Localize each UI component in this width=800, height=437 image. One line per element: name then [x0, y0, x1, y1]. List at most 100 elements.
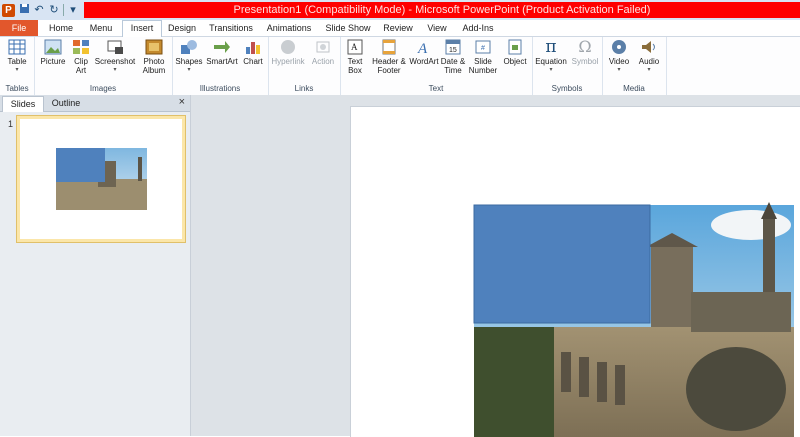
table-label: Table — [7, 57, 27, 66]
action-label: Action — [311, 57, 335, 66]
clip-art-icon — [72, 39, 90, 55]
smartart-icon — [213, 39, 231, 55]
tab-slide-show[interactable]: Slide Show — [322, 21, 374, 36]
tab-animations[interactable]: Animations — [264, 21, 314, 36]
audio-icon — [640, 39, 658, 55]
shapes-icon — [180, 39, 198, 55]
group-label-tables: Tables — [5, 84, 29, 93]
screenshot-icon — [106, 39, 124, 55]
shapes-button[interactable]: Shapes ▾ — [174, 39, 204, 75]
wordart-button[interactable]: A WordArt — [408, 39, 440, 66]
group-illustrations: Shapes ▾ SmartArt Chart Illustrations — [172, 37, 269, 95]
dropdown-arrow-icon: ▾ — [187, 67, 191, 73]
screenshot-button[interactable]: Screenshot ▾ — [94, 39, 136, 75]
customize-toolbar-icon[interactable]: ▾ — [67, 3, 79, 17]
slide-thumbnail[interactable] — [16, 115, 186, 243]
date-time-icon: 15 — [444, 39, 462, 55]
date-time-button[interactable]: 15 Date & Time — [440, 39, 466, 75]
header-footer-button[interactable]: Header & Footer — [370, 39, 408, 75]
dropdown-arrow-icon: ▾ — [15, 67, 19, 73]
slide-number: 1 — [8, 119, 14, 129]
slide-canvas[interactable] — [350, 106, 800, 437]
equation-label: Equation — [535, 57, 567, 66]
slide-photo[interactable] — [351, 107, 800, 437]
tab-menu[interactable]: Menu — [84, 21, 118, 36]
tab-file[interactable]: File — [0, 20, 38, 36]
text-box-button[interactable]: A Text Box — [342, 39, 368, 75]
symbol-button[interactable]: Ω Symbol — [570, 37, 600, 67]
smartart-button[interactable]: SmartArt — [206, 39, 238, 66]
thumbnail-photo — [56, 148, 147, 210]
svg-text:15: 15 — [449, 47, 457, 54]
ribbon-tabs: File Home Menu Insert Design Transitions… — [0, 20, 800, 37]
symbol-label: Symbol — [571, 57, 599, 66]
chart-label: Chart — [243, 57, 263, 66]
tab-home[interactable]: Home — [44, 21, 78, 36]
equation-icon: π — [545, 37, 557, 57]
dropdown-arrow-icon: ▾ — [549, 67, 553, 73]
action-icon — [314, 39, 332, 55]
shapes-label: Shapes — [175, 57, 203, 66]
picture-button[interactable]: Picture — [38, 39, 68, 66]
audio-label: Audio — [638, 57, 660, 66]
object-icon — [506, 39, 524, 55]
tab-insert[interactable]: Insert — [122, 20, 162, 37]
group-label-text: Text — [428, 84, 444, 93]
table-button[interactable]: Table ▾ — [2, 39, 32, 75]
picture-icon — [44, 39, 62, 55]
symbol-icon: Ω — [578, 37, 592, 56]
slide-number-icon: # — [474, 39, 492, 55]
title-bar: P ↶ ↻ ▾ Presentation1 (Compatibility Mod… — [0, 0, 800, 20]
redo-icon[interactable]: ↻ — [48, 3, 60, 17]
picture-label: Picture — [40, 57, 66, 66]
table-icon — [8, 39, 26, 55]
tab-review[interactable]: Review — [380, 21, 416, 36]
tab-add-ins[interactable]: Add-Ins — [458, 21, 498, 36]
hyperlink-icon — [279, 39, 297, 55]
screenshot-label: Screenshot — [94, 57, 136, 66]
group-label-symbols: Symbols — [551, 84, 583, 93]
powerpoint-app-icon[interactable]: P — [2, 3, 15, 17]
video-label: Video — [608, 57, 630, 66]
header-footer-label: Header & Footer — [372, 57, 406, 75]
save-icon[interactable] — [18, 3, 30, 18]
svg-text:A: A — [351, 42, 358, 52]
group-text: A Text Box Header & Footer A WordArt 15 … — [340, 37, 533, 95]
slide-number-label: Slide Number — [468, 57, 498, 75]
close-icon[interactable]: × — [179, 96, 185, 108]
video-button[interactable]: Video ▾ — [604, 39, 634, 75]
chart-button[interactable]: Chart — [240, 39, 266, 66]
quick-access-toolbar: P ↶ ↻ ▾ — [0, 0, 79, 20]
dropdown-arrow-icon: ▾ — [113, 67, 117, 73]
object-button[interactable]: Object — [500, 39, 530, 66]
text-box-icon: A — [346, 39, 364, 55]
clip-art-label: Clip Art — [74, 57, 88, 75]
slide-number-button[interactable]: # Slide Number — [467, 39, 499, 75]
group-label-media: Media — [623, 84, 645, 93]
hyperlink-label: Hyperlink — [271, 57, 305, 66]
photo-album-icon — [145, 39, 163, 55]
tab-outline[interactable]: Outline — [44, 96, 88, 111]
audio-button[interactable]: Audio ▾ — [634, 39, 664, 75]
text-box-label: Text Box — [347, 57, 363, 75]
undo-icon[interactable]: ↶ — [33, 3, 45, 17]
photo-album-label: Photo Album — [142, 57, 166, 75]
slide-editing-area — [191, 95, 800, 437]
svg-text:#: # — [481, 45, 485, 52]
dropdown-arrow-icon: ▾ — [617, 67, 621, 73]
clip-art-button[interactable]: Clip Art — [70, 39, 92, 75]
dropdown-arrow-icon: ▾ — [647, 67, 651, 73]
tab-slides[interactable]: Slides — [2, 96, 44, 112]
group-label-illustrations: Illustrations — [199, 84, 241, 93]
equation-button[interactable]: π Equation ▾ — [534, 39, 568, 75]
object-label: Object — [503, 57, 527, 66]
smartart-label: SmartArt — [206, 57, 238, 66]
tab-design[interactable]: Design — [164, 21, 200, 36]
tab-transitions[interactable]: Transitions — [206, 21, 256, 36]
action-button[interactable]: Action — [308, 39, 338, 66]
group-images: Picture Clip Art Screenshot ▾ Photo Albu… — [34, 37, 173, 95]
tab-view[interactable]: View — [422, 21, 452, 36]
photo-album-button[interactable]: Photo Album — [138, 39, 170, 75]
chart-icon — [244, 39, 262, 55]
hyperlink-button[interactable]: Hyperlink — [270, 39, 306, 66]
